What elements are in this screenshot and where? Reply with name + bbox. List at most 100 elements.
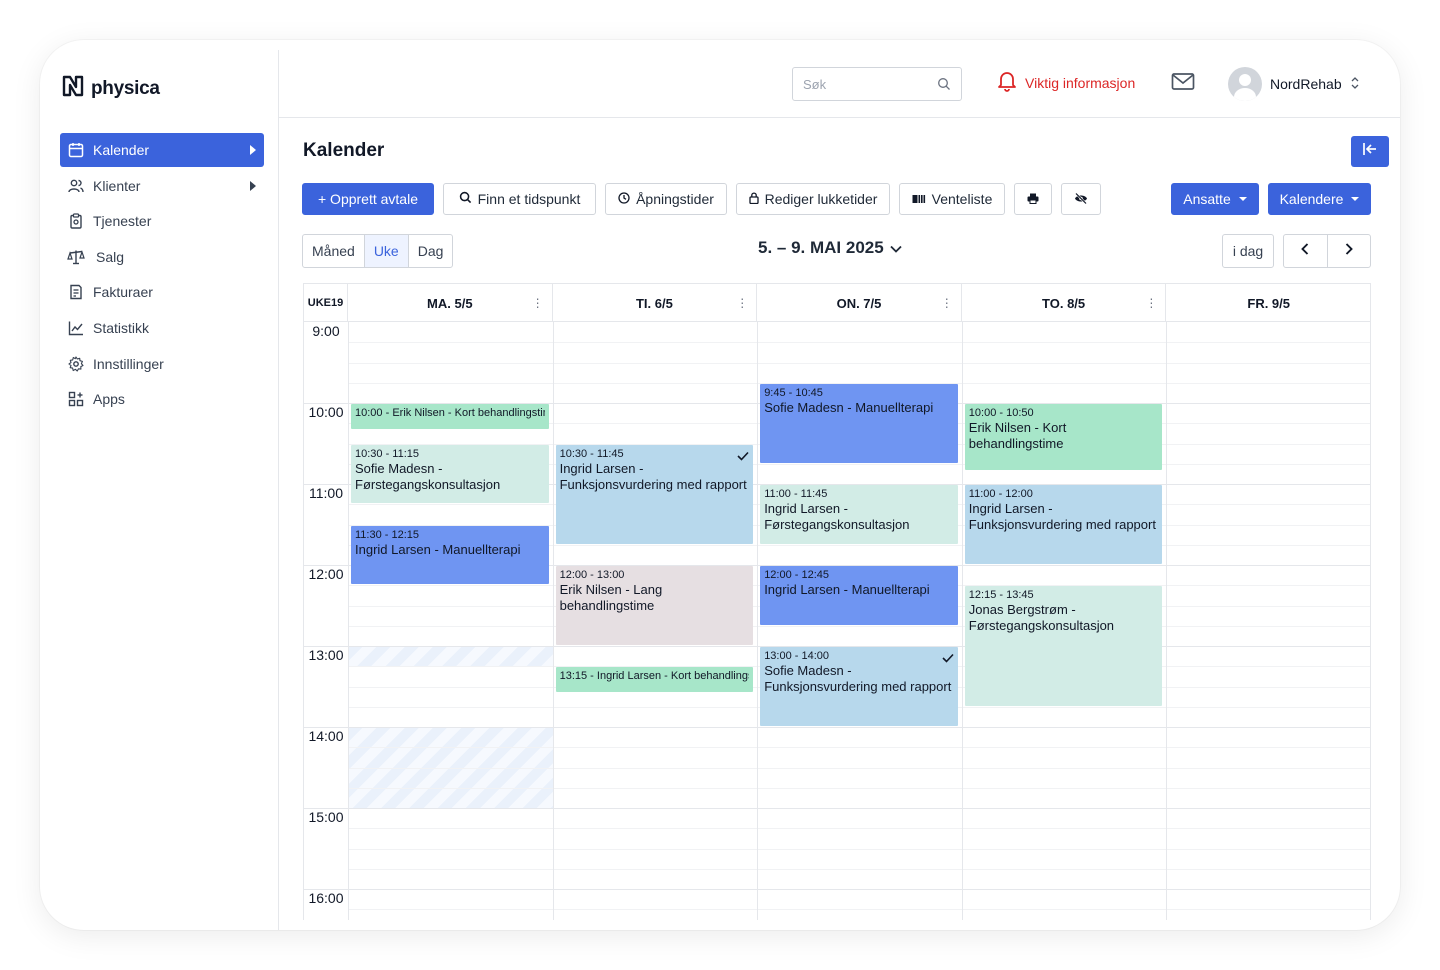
hour-label: 14:00 <box>304 728 348 744</box>
day-header-thu[interactable]: TO. 8/5 ⋮ <box>962 284 1167 322</box>
hour-label: 13:00 <box>304 647 348 663</box>
appointment-title: Sofie Madesn - Førstegangskonsultasjon <box>355 460 501 492</box>
day-header-wed[interactable]: ON. 7/5 ⋮ <box>757 284 962 322</box>
appointment[interactable]: 12:00 - 12:45 Ingrid Larsen - Manuelltera… <box>760 566 958 625</box>
appointment[interactable]: 10:30 - 11:45 Ingrid Larsen - Funksjonsvu… <box>555 444 754 544</box>
day-header-fri[interactable]: FR. 9/5 <box>1166 284 1370 322</box>
create-appointment-button[interactable]: + Opprett avtale <box>302 183 434 215</box>
sidebar-item-kalender[interactable]: Kalender <box>60 133 264 167</box>
sidebar-item-apps[interactable]: Apps <box>60 382 264 416</box>
hour-gridline <box>304 889 1370 890</box>
appointment-title: Ingrid Larsen - Manuellterapi <box>764 582 930 597</box>
appointment-title: Erik Nilsen - Lang behandlingstime <box>559 582 663 613</box>
sidebar: physica Kalender Klienter Tjenester Salg <box>50 50 279 930</box>
appointment-title: Ingrid Larsen - Førstegangskonsultasjon <box>764 501 910 532</box>
eye-off-icon <box>1074 191 1088 207</box>
appointment[interactable]: 13:15 - Ingrid Larsen - Kort behandlings… <box>555 667 754 693</box>
appointment-title: Ingrid Larsen - Kort behandlingstime <box>596 670 749 683</box>
day-header-label: TI. 6/5 <box>635 295 673 311</box>
chevron-updown-icon <box>1350 76 1360 93</box>
hour-gridline <box>304 727 1370 728</box>
clipboard-icon <box>67 212 85 230</box>
separator: - <box>382 407 393 419</box>
more-vertical-icon[interactable]: ⋮ <box>736 296 748 310</box>
view-week-tab[interactable]: Uke <box>364 235 409 267</box>
more-vertical-icon[interactable]: ⋮ <box>532 296 544 310</box>
hide-button[interactable] <box>1061 183 1101 215</box>
hour-label: 10:00 <box>304 404 348 420</box>
day-column-divider <box>348 322 349 920</box>
appointment-time: 12:00 - 12:45 <box>764 569 830 581</box>
appointment[interactable]: 12:00 - 13:00 Erik Nilsen - Lang behandli… <box>555 566 754 645</box>
appointment[interactable]: 11:00 - 11:45 Ingrid Larsen - Førstegangs… <box>760 485 958 544</box>
waitlist-button[interactable]: Venteliste <box>899 183 1005 215</box>
sidebar-item-salg[interactable]: Salg <box>60 240 264 274</box>
today-button[interactable]: i dag <box>1222 234 1274 268</box>
quarter-gridline <box>348 362 1370 364</box>
appointment[interactable]: 13:00 - 14:00 Sofie Madesn - Funksjonsvur… <box>760 647 958 726</box>
quarter-gridline <box>348 828 1370 830</box>
sidebar-item-label: Tjenester <box>93 213 152 230</box>
day-header-tue[interactable]: TI. 6/5 ⋮ <box>553 284 758 322</box>
quarter-gridline <box>348 848 1370 850</box>
appointment-time: 9:45 - 10:45 <box>764 386 823 399</box>
sidebar-item-label: Innstillinger <box>93 355 164 372</box>
view-day-tab[interactable]: Dag <box>409 235 453 267</box>
search-input[interactable] <box>803 76 923 92</box>
staff-dropdown-button[interactable]: Ansatte <box>1171 183 1259 215</box>
page-title: Kalender <box>303 140 385 161</box>
appointment[interactable]: 9:45 - 10:45 Sofie Madesn - Manuellterapi <box>760 383 958 463</box>
view-month-tab[interactable]: Måned <box>303 235 365 267</box>
sidebar-item-klienter[interactable]: Klienter <box>60 169 264 203</box>
appointment[interactable]: 12:15 - 13:45 Jonas Bergstrøm - Førstegan… <box>964 586 1163 706</box>
appointment-time: 12:15 - 13:45 <box>968 589 1034 602</box>
appointment-time: 11:00 - 11:45 <box>764 488 828 500</box>
sidebar-item-innstillinger[interactable]: Innstillinger <box>60 347 264 381</box>
date-range-picker[interactable]: 5. – 9. MAI 2025 <box>758 238 902 258</box>
more-vertical-icon[interactable]: ⋮ <box>941 296 953 310</box>
appointment-title: Sofie Madesn - Manuellterapi <box>764 399 934 415</box>
appointment[interactable]: 11:00 - 12:00 Ingrid Larsen - Funksjonsvu… <box>964 485 1163 564</box>
prev-week-button[interactable] <box>1284 235 1328 267</box>
appointment-title: Erik Nilsen - Kort behandlingstime <box>392 407 545 419</box>
quarter-gridline <box>348 787 1370 789</box>
calendars-dropdown-button[interactable]: Kalendere <box>1268 183 1371 215</box>
user-menu[interactable]: NordRehab <box>1228 67 1360 101</box>
more-vertical-icon[interactable]: ⋮ <box>1145 296 1157 310</box>
appointment-time: 11:30 - 12:15 <box>355 528 420 541</box>
appointment[interactable]: 10:30 - 11:15 Sofie Madesn - Førstegangsk… <box>351 444 549 504</box>
sidebar-item-statistikk[interactable]: Statistikk <box>60 311 264 345</box>
appointment-time: 10:00 - 10:50 <box>968 407 1034 419</box>
important-info-link[interactable]: Viktig informasjon <box>997 70 1135 95</box>
quarter-gridline <box>348 909 1370 911</box>
search-icon[interactable] <box>937 77 951 96</box>
find-time-button[interactable]: Finn et tidspunkt <box>443 183 596 215</box>
sidebar-item-fakturaer[interactable]: Fakturaer <box>60 275 264 309</box>
appointment[interactable]: 11:30 - 12:15 Ingrid Larsen - Manuelltera… <box>351 525 549 585</box>
print-button[interactable] <box>1014 183 1052 215</box>
day-column-divider <box>961 322 963 920</box>
opening-hours-button[interactable]: Åpningstider <box>605 183 727 215</box>
brand-logo[interactable]: physica <box>61 73 160 104</box>
appointment-title: Ingrid Larsen - Funksjonsvurdering med r… <box>559 460 747 492</box>
appointment[interactable]: 10:00 - 10:50 Erik Nilsen - Kort behandli… <box>964 404 1163 470</box>
appointment-time: 12:00 - 13:00 <box>559 569 625 581</box>
sidebar-item-label: Salg <box>96 248 125 265</box>
mail-icon[interactable] <box>1171 72 1195 97</box>
appointment-time: 10:30 - 11:45 <box>559 447 624 460</box>
search-box[interactable] <box>792 67 962 101</box>
day-header-label: FR. 9/5 <box>1247 295 1290 311</box>
edit-closed-times-label: Rediger lukketider <box>764 191 878 207</box>
appointment[interactable]: 10:00 - Erik Nilsen - Kort behandlingsti… <box>351 404 549 429</box>
edit-closed-times-button[interactable]: Rediger lukketider <box>736 183 890 215</box>
sidebar-item-tjenester[interactable]: Tjenester <box>60 204 264 238</box>
collapse-left-icon <box>1362 142 1378 161</box>
appointment-time: 11:00 - 12:00 <box>968 488 1033 500</box>
lock-icon <box>748 191 759 207</box>
day-header-mon[interactable]: MA. 5/5 ⋮ <box>348 284 553 322</box>
next-week-button[interactable] <box>1328 235 1371 267</box>
sidebar-item-label: Kalender <box>93 142 150 158</box>
collapse-panel-button[interactable] <box>1351 136 1389 167</box>
opening-hours-label: Åpningstider <box>636 191 714 207</box>
invoice-icon <box>67 283 85 301</box>
